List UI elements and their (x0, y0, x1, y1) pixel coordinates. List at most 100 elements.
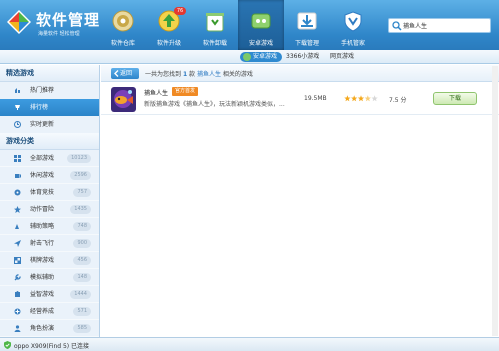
status-bar: oppo X909(Find 5) 已连接 (0, 337, 499, 351)
nav-label: 软件升级 (156, 40, 181, 47)
sidebar-item-chess[interactable]: 棋牌游戏 456 (0, 252, 99, 269)
android-icon (243, 53, 251, 61)
download-manager-icon (297, 12, 317, 30)
sidebar-section-featured: 精选游戏 (0, 65, 99, 82)
category-count: 10123 (67, 154, 91, 163)
result-prefix: 一共为您找到 (145, 71, 182, 78)
sidebar-item-label: 模拟辅助 (30, 274, 55, 281)
nav-label: 手机管家 (340, 40, 365, 47)
scrollbar[interactable] (492, 66, 498, 336)
software-store-icon (112, 10, 134, 32)
tab-web-games[interactable]: 网页游戏 (330, 52, 354, 62)
game-list-item[interactable]: 捕鱼人生 官方首发 新版捕鱼游戏《捕鱼人生》，玩法新颖机游戏类似，... 19.… (101, 84, 499, 115)
clock-update-icon (14, 121, 21, 128)
category-count: 1444 (70, 290, 91, 299)
nav-download-manager[interactable]: 下载管理 (284, 0, 330, 50)
sidebar-item-label: 休闲游戏 (30, 172, 55, 179)
role-icon (14, 325, 21, 332)
sidebar-item-hot[interactable]: 热门推荐 (0, 82, 99, 99)
nav-label: 下载管理 (294, 40, 319, 47)
category-count: 571 (73, 307, 91, 316)
top-header: 软件管理 海量软件 轻松管理 软件仓库 76 软件升级 软件卸载 安卓游戏 下载… (0, 0, 499, 50)
nav-label: 软件卸载 (202, 40, 227, 47)
sidebar-item-label: 棋牌游戏 (30, 257, 55, 264)
plane-icon (14, 240, 21, 247)
category-count: 585 (73, 324, 91, 333)
search-box (388, 18, 491, 33)
category-count: 748 (73, 222, 91, 231)
sidebar: 精选游戏 热门推荐 排行榜 实时更新 游戏分类 全部游戏 10123 休闲游戏 … (0, 65, 100, 337)
result-suffix: 相关的游戏 (222, 71, 253, 78)
sidebar-item-ranking[interactable]: 排行榜 (0, 99, 99, 116)
category-count: 1435 (70, 205, 91, 214)
nav-phone-manager[interactable]: 手机管家 (330, 0, 376, 50)
star-icon (357, 95, 365, 102)
sidebar-item-simulation[interactable]: 模拟辅助 148 (0, 269, 99, 286)
sidebar-item-management[interactable]: 经营养成 571 (0, 303, 99, 320)
sidebar-item-label: 全部游戏 (30, 155, 55, 162)
phone-manager-icon (344, 11, 362, 32)
back-label: 返回 (120, 70, 133, 77)
star-icon (344, 95, 351, 102)
search-input[interactable] (403, 20, 489, 31)
sidebar-item-roleplay[interactable]: 角色扮演 585 (0, 320, 99, 337)
sub-tab-bar: 安卓游戏 3366小游戏 网页游戏 (0, 50, 499, 64)
main-nav: 软件仓库 76 软件升级 软件卸载 安卓游戏 下载管理 手机管家 (100, 0, 376, 50)
sidebar-item-label: 经营养成 (30, 308, 55, 315)
hot-recommend-icon (15, 88, 20, 93)
sports-icon (14, 189, 21, 196)
grid-icon (14, 155, 21, 162)
nav-label: 安卓游戏 (248, 40, 273, 47)
sidebar-section-categories: 游戏分类 (0, 133, 99, 150)
category-count: 148 (73, 273, 91, 282)
category-count: 2596 (70, 171, 91, 180)
wrench-icon (14, 274, 21, 281)
result-unit: 款 (189, 71, 196, 78)
main-content: 返回 一共为您找到 1 款 捕鱼人生 相关的游戏 捕鱼人生 官方首发 新版捕鱼游… (101, 65, 499, 337)
official-tag-badge: 官方首发 (172, 87, 199, 96)
game-thumbnail (111, 87, 136, 112)
category-count: 900 (73, 239, 91, 248)
star-icon (351, 95, 358, 102)
app-title: 软件管理 (36, 11, 101, 29)
sidebar-item-shooting[interactable]: 射击飞行 900 (0, 235, 99, 252)
sidebar-item-strategy[interactable]: 辅助策略 748 (0, 218, 99, 235)
sidebar-item-label: 排行榜 (30, 104, 49, 111)
ranking-icon (15, 105, 20, 110)
result-summary: 一共为您找到 1 款 捕鱼人生 相关的游戏 (145, 69, 253, 78)
shield-check-icon (4, 341, 11, 349)
sidebar-item-action[interactable]: 动作冒险 1435 (0, 201, 99, 218)
nav-software-store[interactable]: 软件仓库 (100, 0, 146, 50)
nav-android-games[interactable]: 安卓游戏 (238, 0, 284, 50)
nav-software-upgrade[interactable]: 76 软件升级 (146, 0, 192, 50)
action-icon (14, 206, 21, 213)
game-rating: 7.5 分 (389, 97, 407, 104)
uninstall-recycle-icon (206, 13, 224, 32)
sidebar-item-puzzle[interactable]: 益智游戏 1444 (0, 286, 99, 303)
sidebar-item-label: 射击飞行 (30, 240, 55, 247)
sidebar-item-updates[interactable]: 实时更新 (0, 116, 99, 133)
puzzle-icon (15, 291, 20, 297)
category-count: 757 (73, 188, 91, 197)
back-button[interactable]: 返回 (111, 68, 139, 79)
result-bar: 返回 一共为您找到 1 款 捕鱼人生 相关的游戏 (101, 65, 499, 82)
strategy-icon (15, 224, 19, 229)
nav-software-uninstall[interactable]: 软件卸载 (192, 0, 238, 50)
tab-android-games[interactable]: 安卓游戏 (240, 52, 282, 62)
sidebar-item-label: 实时更新 (30, 121, 55, 128)
star-icon (371, 95, 378, 102)
sidebar-item-all[interactable]: 全部游戏 10123 (0, 150, 99, 167)
search-icon[interactable] (392, 21, 402, 31)
chess-icon (14, 257, 21, 264)
sidebar-item-sports[interactable]: 体育竞技 757 (0, 184, 99, 201)
download-button[interactable]: 下载 (433, 92, 477, 105)
android-games-icon (251, 13, 271, 29)
game-name[interactable]: 捕鱼人生 (144, 88, 168, 97)
upgrade-count-badge: 76 (174, 7, 186, 15)
sidebar-item-casual[interactable]: 休闲游戏 2596 (0, 167, 99, 184)
app-logo-icon (7, 10, 31, 34)
sidebar-item-label: 动作冒险 (30, 206, 55, 213)
tab-3366-games[interactable]: 3366小游戏 (286, 52, 319, 62)
star-icon (364, 95, 371, 102)
sidebar-item-label: 角色扮演 (30, 325, 55, 332)
